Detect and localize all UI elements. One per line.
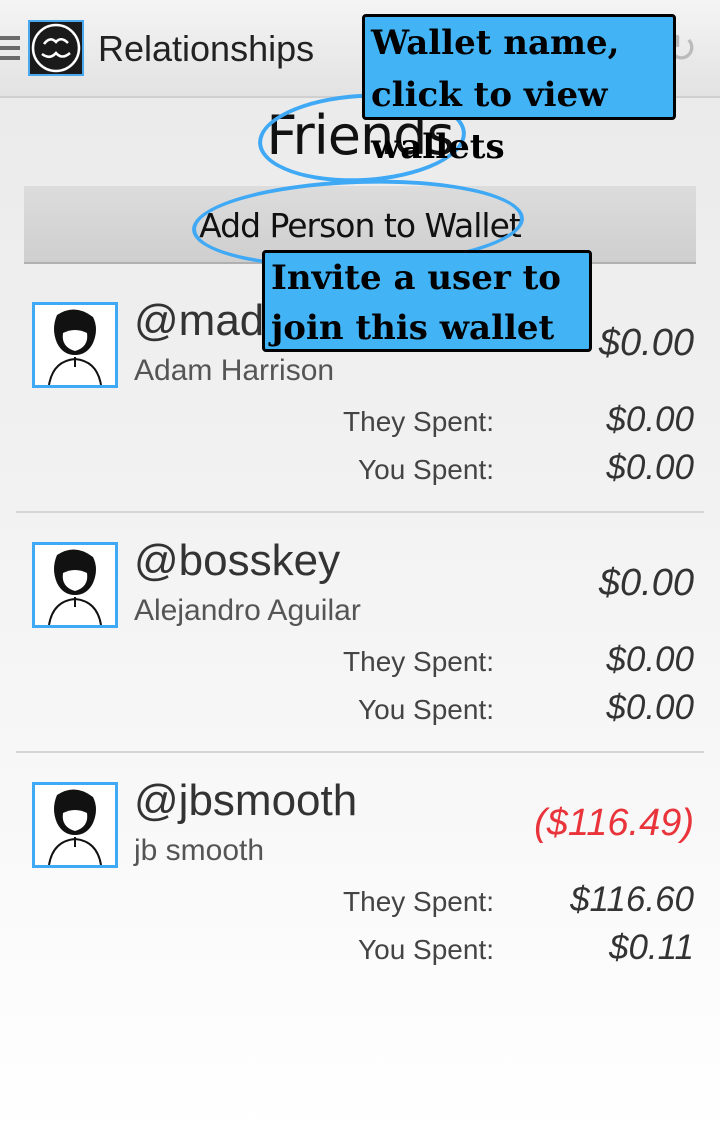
friend-full-name: Alejandro Aguilar [134, 594, 361, 627]
friend-username: @bosskey [134, 536, 341, 585]
friend-full-name: jb smooth [134, 834, 265, 867]
friend-balance: $0.00 [598, 562, 694, 604]
avatar [32, 302, 118, 388]
you-spent-value: $0.00 [606, 448, 694, 487]
friend-full-name: Adam Harrison [134, 354, 335, 387]
friend-username: @jbsmooth [134, 776, 358, 825]
wallet-title[interactable]: Relationships [98, 28, 314, 70]
friend-row[interactable]: @bosskey Alejandro Aguilar $0.00 They Sp… [0, 526, 720, 766]
friend-row[interactable]: @jbsmooth jb smooth ($116.49) They Spent… [0, 766, 720, 1006]
you-spent-label: You Spent: [358, 694, 494, 725]
they-spent-label: They Spent: [343, 886, 494, 917]
friend-balance: $0.00 [598, 322, 694, 364]
they-spent-label: They Spent: [343, 406, 494, 437]
group-wallet-logo[interactable] [28, 20, 84, 76]
you-spent-label: You Spent: [358, 454, 494, 485]
friend-balance: ($116.49) [534, 802, 694, 844]
row-divider [16, 751, 704, 753]
invite-callout: Invite a user to join this wallet [262, 250, 592, 352]
you-spent-value: $0.00 [606, 688, 694, 727]
hamburger-menu-icon[interactable] [0, 36, 20, 64]
row-divider [16, 511, 704, 513]
friend-username: @mad [134, 296, 265, 345]
they-spent-value: $0.00 [606, 640, 694, 679]
avatar [32, 542, 118, 628]
they-spent-value: $116.60 [570, 880, 694, 919]
they-spent-label: They Spent: [343, 646, 494, 677]
wallet-name-callout: Wallet name, click to view wallets [362, 14, 676, 167]
avatar [32, 782, 118, 868]
you-spent-label: You Spent: [358, 934, 494, 965]
you-spent-value: $0.11 [609, 928, 694, 967]
they-spent-value: $0.00 [606, 400, 694, 439]
